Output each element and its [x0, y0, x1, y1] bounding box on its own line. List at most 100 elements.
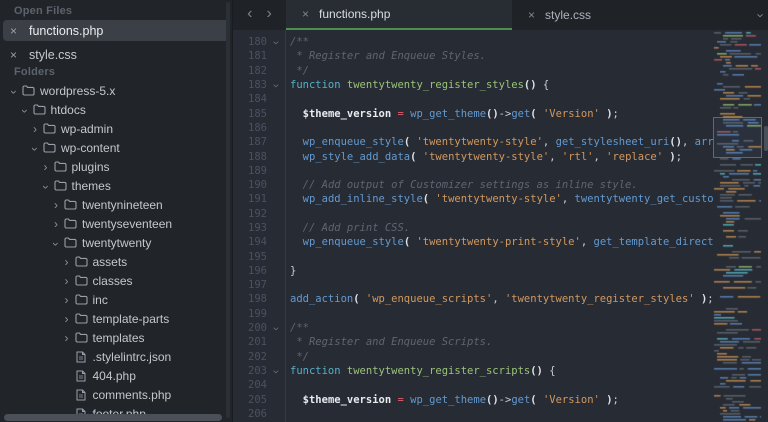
minimap-viewport[interactable]	[713, 117, 762, 158]
sidebar-horizontal-scrollbar-thumb[interactable]	[4, 414, 222, 421]
chevron-down-icon[interactable]: ›	[18, 106, 32, 116]
code-line[interactable]: 205 $theme_version = wp_get_theme()->get…	[233, 392, 713, 406]
code-line[interactable]: 200 › /**	[233, 321, 713, 335]
code-line[interactable]: 196}	[233, 264, 713, 278]
code-line[interactable]: 182 */	[233, 64, 713, 78]
tree-item-twentytwenty[interactable]: › twentytwenty	[0, 233, 228, 252]
line-number: 198	[248, 293, 267, 306]
fold-chevron-icon[interactable]: ›	[267, 79, 285, 91]
code-line[interactable]: 204	[233, 378, 713, 392]
code-line[interactable]: 198 add_action( 'wp_enqueue_scripts', 'tw…	[233, 292, 713, 306]
chevron-down-icon[interactable]: ›	[49, 239, 63, 249]
tree-item-inc[interactable]: › inc	[0, 290, 228, 309]
open-file-item[interactable]: × functions.php	[3, 20, 229, 41]
code-line[interactable]: 181 * Register and Enqueue Styles.	[233, 49, 713, 63]
open-files-header: Open Files	[14, 5, 73, 17]
sidebar-vertical-scrollbar[interactable]	[226, 2, 230, 418]
code-line[interactable]: 189	[233, 164, 713, 178]
line-number: 202	[248, 350, 267, 363]
tab-functions-php[interactable]: × functions.php	[286, 0, 512, 30]
chevron-right-icon[interactable]: ›	[51, 218, 61, 230]
file-icon	[76, 370, 86, 381]
close-icon[interactable]: ×	[10, 49, 26, 61]
editor-vertical-scrollbar-thumb[interactable]	[764, 126, 768, 151]
chevron-right-icon[interactable]: ›	[51, 199, 61, 211]
code-line[interactable]: 187 wp_enqueue_style( 'twentytwenty-styl…	[233, 135, 713, 149]
code-text: * Register and Enqueue Styles.	[290, 50, 486, 63]
tree-item-comments-php[interactable]: ›comments.php	[0, 385, 228, 404]
chevron-right-icon[interactable]: ›	[62, 313, 72, 325]
code-line[interactable]: 203 › function twentytwenty_register_scrip…	[233, 364, 713, 378]
tab-style-css[interactable]: × style.css	[512, 0, 650, 30]
folders-header: Folders	[14, 66, 56, 78]
tree-item-wp-content[interactable]: › wp-content	[0, 138, 228, 157]
tree-item-plugins[interactable]: › plugins	[0, 157, 228, 176]
tree-item-themes[interactable]: › themes	[0, 176, 228, 195]
close-icon[interactable]: ×	[10, 25, 26, 37]
tree-item-templates[interactable]: › templates	[0, 328, 228, 347]
chevron-right-icon[interactable]: ›	[62, 256, 72, 268]
code-line[interactable]: 192	[233, 207, 713, 221]
code-area[interactable]: 180 ›/** 181 * Register and Enqueue Styles…	[233, 30, 768, 422]
line-number: 203	[248, 364, 267, 377]
tree-item-classes[interactable]: › classes	[0, 271, 228, 290]
file-icon	[76, 389, 86, 400]
code-line[interactable]: 194 wp_enqueue_style( 'twentytwenty-prin…	[233, 235, 713, 249]
code-text: // Add print CSS.	[302, 222, 411, 234]
nav-back-button[interactable]: ‹	[247, 6, 252, 22]
tree-item-wordpress-5-x[interactable]: › wordpress-5.x	[0, 81, 228, 100]
code-line[interactable]: 195	[233, 249, 713, 263]
chevron-down-icon[interactable]: ›	[28, 144, 42, 154]
code-line[interactable]: 202 */	[233, 350, 713, 364]
code-line[interactable]: 197	[233, 278, 713, 292]
tree-item-twentyseventeen[interactable]: › twentyseventeen	[0, 214, 228, 233]
tree-item-template-parts[interactable]: › template-parts	[0, 309, 228, 328]
code-line[interactable]: 206	[233, 407, 713, 421]
code-text: */	[290, 64, 309, 77]
code-line[interactable]: 183 › function twentytwenty_register_style…	[233, 78, 713, 92]
tab-bar: ‹ › × functions.php × style.css ›	[233, 0, 768, 30]
code-line[interactable]: 185 $theme_version = wp_get_theme()->get…	[233, 106, 713, 120]
line-number: 185	[248, 107, 267, 120]
tree-item-wp-admin[interactable]: › wp-admin	[0, 119, 228, 138]
tree-item-label: templates	[92, 330, 145, 345]
line-number: 206	[248, 407, 267, 420]
line-number: 181	[248, 50, 267, 63]
code-line[interactable]: 190 // Add output of Customizer settings…	[233, 178, 713, 192]
chevron-right-icon[interactable]: ›	[62, 294, 72, 306]
code-line[interactable]: 184	[233, 92, 713, 106]
tree-item-label: inc	[92, 292, 108, 307]
code-lines[interactable]: 180 ›/** 181 * Register and Enqueue Styles…	[233, 30, 713, 422]
open-file-item[interactable]: × style.css	[3, 44, 229, 65]
code-line[interactable]: 191 wp_add_inline_style( 'twentytwenty-s…	[233, 192, 713, 206]
tree-item-htdocs[interactable]: › htdocs	[0, 100, 228, 119]
chevron-right-icon[interactable]: ›	[41, 161, 51, 173]
chevron-right-icon[interactable]: ›	[62, 332, 72, 344]
chevron-down-icon[interactable]: ›	[7, 87, 21, 97]
line-number: 188	[248, 150, 267, 163]
line-number: 189	[248, 164, 267, 177]
chevron-down-icon[interactable]: ›	[39, 182, 53, 192]
fold-chevron-icon[interactable]: ›	[267, 36, 285, 48]
tab-list-dropdown-icon[interactable]: ›	[753, 13, 768, 17]
chevron-right-icon[interactable]: ›	[62, 275, 72, 287]
tree-item-twentynineteen[interactable]: › twentynineteen	[0, 195, 228, 214]
code-line[interactable]: 186	[233, 121, 713, 135]
code-line[interactable]: 188 wp_style_add_data( 'twentytwenty-sty…	[233, 149, 713, 163]
nav-forward-button[interactable]: ›	[267, 6, 272, 22]
code-text: function twentytwenty_register_styles() …	[290, 79, 550, 92]
minimap[interactable]	[713, 30, 763, 422]
code-text: * Register and Enqueue Scripts.	[290, 336, 493, 349]
chevron-right-icon[interactable]: ›	[30, 123, 40, 135]
fold-chevron-icon[interactable]: ›	[267, 322, 285, 334]
code-line[interactable]: 199	[233, 307, 713, 321]
code-line[interactable]: 180 › /**	[233, 35, 713, 49]
close-icon[interactable]: ×	[302, 8, 309, 20]
code-line[interactable]: 201 * Register and Enqueue Scripts.	[233, 335, 713, 349]
close-icon[interactable]: ×	[528, 9, 535, 21]
fold-chevron-icon[interactable]: ›	[267, 365, 285, 377]
code-line[interactable]: 193 // Add print CSS.	[233, 221, 713, 235]
tree-item-assets[interactable]: › assets	[0, 252, 228, 271]
tree-item-404-php[interactable]: ›404.php	[0, 366, 228, 385]
tree-item--stylelintrc-json[interactable]: ›.stylelintrc.json	[0, 347, 228, 366]
